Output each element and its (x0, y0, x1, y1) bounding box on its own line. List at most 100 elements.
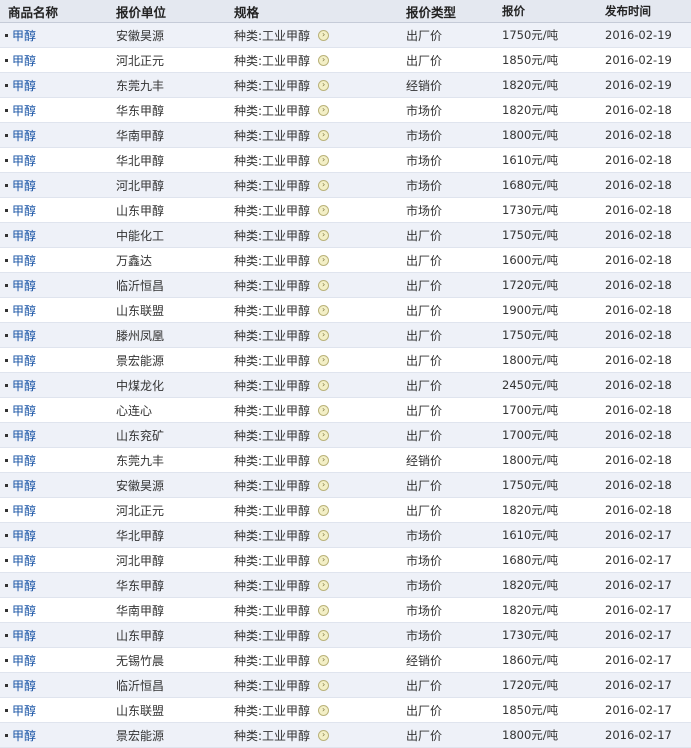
product-name-link[interactable]: 甲醇 (12, 229, 36, 243)
arrow-circle-icon[interactable]: › (318, 579, 330, 591)
product-name-link[interactable]: 甲醇 (12, 29, 36, 43)
spec-cell: 种类:工业甲醇 › (234, 502, 406, 519)
arrow-circle-icon[interactable]: › (318, 79, 330, 91)
arrow-circle-icon[interactable]: › (318, 354, 330, 366)
table-row: 甲醇 无锡竹晨 种类:工业甲醇 › 经销价 1860元/吨 2016-02-17 (0, 648, 691, 673)
product-name-link[interactable]: 甲醇 (12, 704, 36, 718)
spec-text: 种类:工业甲醇 (234, 478, 311, 493)
quote-unit-cell: 华东甲醇 (116, 103, 165, 118)
product-name-link[interactable]: 甲醇 (12, 504, 36, 518)
spec-text: 种类:工业甲醇 (234, 353, 311, 368)
square-bullet-icon (5, 183, 8, 187)
product-name-link[interactable]: 甲醇 (12, 404, 36, 418)
arrow-circle-icon[interactable]: › (318, 204, 330, 216)
product-name-link[interactable]: 甲醇 (12, 204, 36, 218)
arrow-circle-icon[interactable]: › (318, 254, 330, 266)
square-bullet-icon (5, 508, 8, 512)
arrow-circle-icon[interactable]: › (318, 704, 330, 716)
product-name-link[interactable]: 甲醇 (12, 629, 36, 643)
arrow-circle-icon[interactable]: › (318, 279, 330, 291)
arrow-circle-icon[interactable]: › (318, 529, 330, 541)
quote-unit-cell: 无锡竹晨 (116, 653, 165, 668)
header-publish-time: 发布时间 (605, 4, 651, 18)
price-cell: 1860元/吨 (502, 653, 559, 667)
arrow-circle-icon[interactable]: › (318, 154, 330, 166)
product-cell: 甲醇 (0, 102, 116, 119)
arrow-circle-icon[interactable]: › (318, 329, 330, 341)
spec-text: 种类:工业甲醇 (234, 653, 311, 668)
arrow-circle-icon[interactable]: › (318, 504, 330, 516)
product-name-link[interactable]: 甲醇 (12, 679, 36, 693)
product-name-link[interactable]: 甲醇 (12, 729, 36, 743)
arrow-circle-icon[interactable]: › (318, 404, 330, 416)
price-cell: 1800元/吨 (502, 353, 559, 367)
quote-unit-cell: 河北甲醇 (116, 178, 165, 193)
product-cell: 甲醇 (0, 702, 116, 719)
spec-text: 种类:工业甲醇 (234, 203, 311, 218)
product-name-link[interactable]: 甲醇 (12, 79, 36, 93)
product-name-link[interactable]: 甲醇 (12, 154, 36, 168)
publish-time-cell: 2016-02-18 (605, 303, 672, 317)
arrow-circle-icon[interactable]: › (318, 29, 330, 41)
product-name-link[interactable]: 甲醇 (12, 579, 36, 593)
arrow-circle-icon[interactable]: › (318, 104, 330, 116)
product-name-link[interactable]: 甲醇 (12, 279, 36, 293)
publish-time-cell: 2016-02-18 (605, 103, 672, 117)
product-name-link[interactable]: 甲醇 (12, 429, 36, 443)
square-bullet-icon (5, 683, 8, 687)
product-name-link[interactable]: 甲醇 (12, 129, 36, 143)
arrow-circle-icon[interactable]: › (318, 229, 330, 241)
arrow-circle-icon[interactable]: › (318, 729, 330, 741)
arrow-circle-icon[interactable]: › (318, 54, 330, 66)
product-name-link[interactable]: 甲醇 (12, 304, 36, 318)
publish-time-cell: 2016-02-18 (605, 153, 672, 167)
table-row: 甲醇 景宏能源 种类:工业甲醇 › 出厂价 1800元/吨 2016-02-18 (0, 348, 691, 373)
arrow-circle-icon[interactable]: › (318, 604, 330, 616)
spec-text: 种类:工业甲醇 (234, 553, 311, 568)
quote-type-cell: 市场价 (406, 128, 443, 143)
product-name-link[interactable]: 甲醇 (12, 379, 36, 393)
arrow-circle-icon[interactable]: › (318, 179, 330, 191)
product-name-link[interactable]: 甲醇 (12, 54, 36, 68)
arrow-circle-icon[interactable]: › (318, 454, 330, 466)
product-name-link[interactable]: 甲醇 (12, 479, 36, 493)
table-row: 甲醇 景宏能源 种类:工业甲醇 › 出厂价 1800元/吨 2016-02-17 (0, 723, 691, 748)
table-row: 甲醇 心连心 种类:工业甲醇 › 出厂价 1700元/吨 2016-02-18 (0, 398, 691, 423)
product-name-link[interactable]: 甲醇 (12, 654, 36, 668)
spec-cell: 种类:工业甲醇 › (234, 252, 406, 269)
quote-unit-cell: 安徽昊源 (116, 478, 165, 493)
arrow-circle-icon[interactable]: › (318, 654, 330, 666)
arrow-circle-icon[interactable]: › (318, 554, 330, 566)
product-name-link[interactable]: 甲醇 (12, 604, 36, 618)
publish-time-cell: 2016-02-18 (605, 428, 672, 442)
spec-text: 种类:工业甲醇 (234, 428, 311, 443)
spec-text: 种类:工业甲醇 (234, 53, 311, 68)
square-bullet-icon (5, 108, 8, 112)
product-name-link[interactable]: 甲醇 (12, 254, 36, 268)
arrow-circle-icon[interactable]: › (318, 479, 330, 491)
price-cell: 1850元/吨 (502, 703, 559, 717)
spec-cell: 种类:工业甲醇 › (234, 727, 406, 744)
price-cell: 1610元/吨 (502, 528, 559, 542)
arrow-circle-icon[interactable]: › (318, 304, 330, 316)
square-bullet-icon (5, 383, 8, 387)
spec-cell: 种类:工业甲醇 › (234, 452, 406, 469)
price-cell: 1750元/吨 (502, 328, 559, 342)
product-name-link[interactable]: 甲醇 (12, 329, 36, 343)
product-name-link[interactable]: 甲醇 (12, 454, 36, 468)
table-row: 甲醇 东莞九丰 种类:工业甲醇 › 经销价 1820元/吨 2016-02-19 (0, 73, 691, 98)
arrow-circle-icon[interactable]: › (318, 429, 330, 441)
quote-type-cell: 经销价 (406, 653, 443, 668)
arrow-circle-icon[interactable]: › (318, 379, 330, 391)
price-cell: 1900元/吨 (502, 303, 559, 317)
arrow-circle-icon[interactable]: › (318, 129, 330, 141)
quote-unit-cell: 万鑫达 (116, 253, 153, 268)
arrow-circle-icon[interactable]: › (318, 629, 330, 641)
product-name-link[interactable]: 甲醇 (12, 529, 36, 543)
product-name-link[interactable]: 甲醇 (12, 179, 36, 193)
product-name-link[interactable]: 甲醇 (12, 554, 36, 568)
product-name-link[interactable]: 甲醇 (12, 104, 36, 118)
spec-cell: 种类:工业甲醇 › (234, 127, 406, 144)
arrow-circle-icon[interactable]: › (318, 679, 330, 691)
product-name-link[interactable]: 甲醇 (12, 354, 36, 368)
